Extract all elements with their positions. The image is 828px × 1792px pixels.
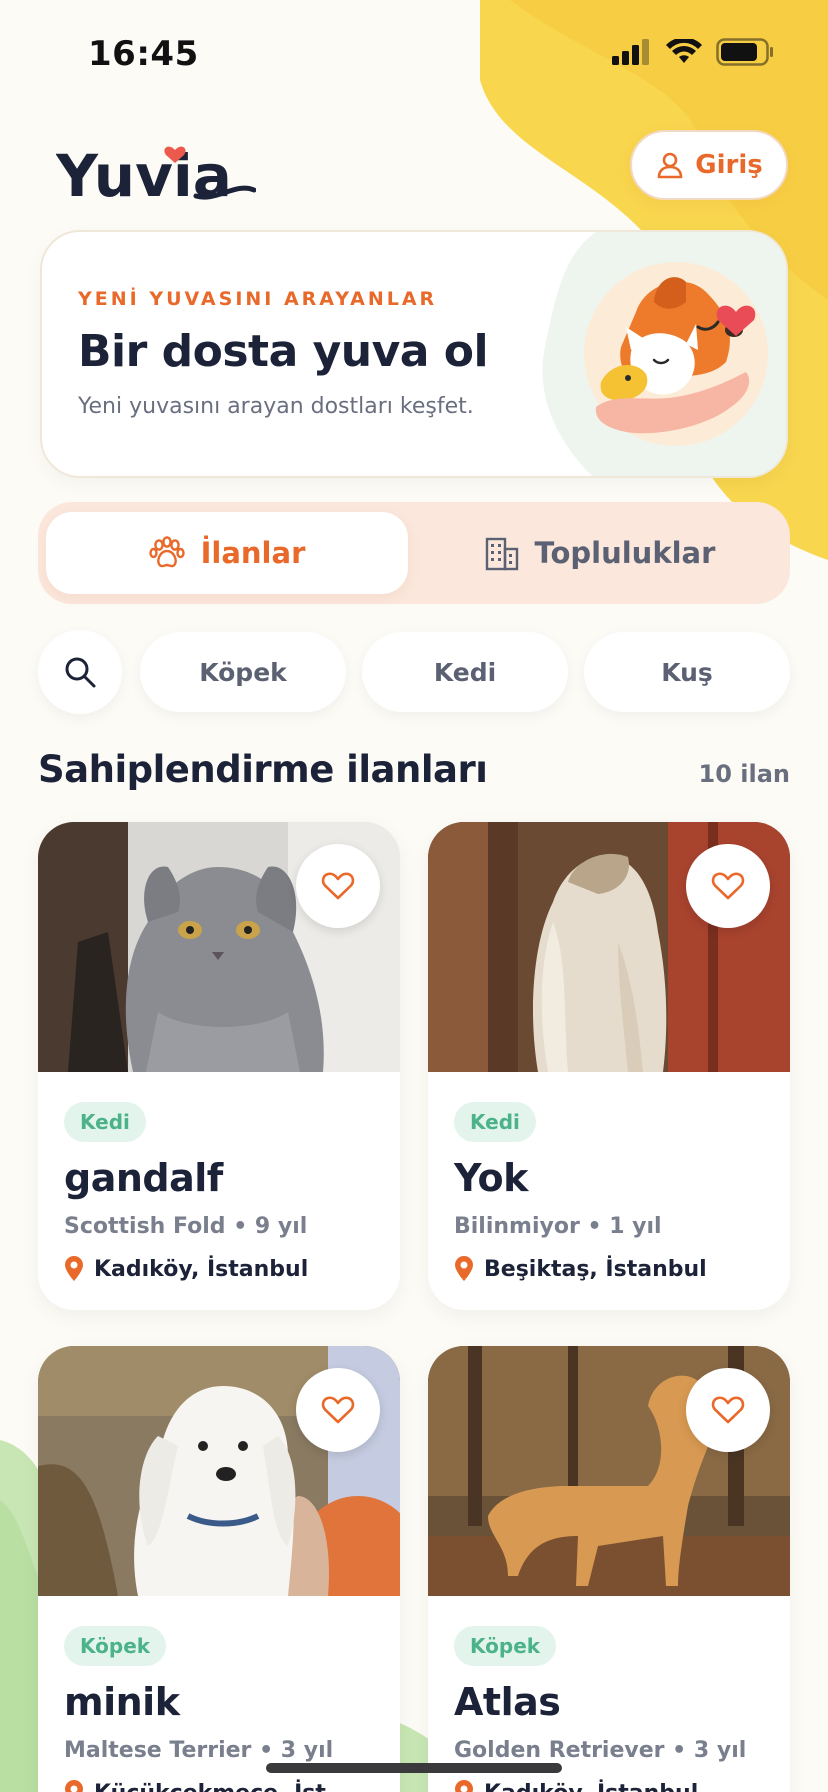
pet-location: Kadıköy, İstanbul bbox=[64, 1256, 308, 1282]
hero-subtitle: Yeni yuvasını arayan dostları keşfet. bbox=[78, 394, 474, 419]
app-header: Yuvia Giriş bbox=[0, 120, 828, 220]
search-icon bbox=[65, 657, 96, 688]
filter-chip-kus[interactable]: Kuş bbox=[584, 632, 790, 712]
tab-ilanlar-label: İlanlar bbox=[200, 536, 306, 570]
section-header: Sahiplendirme ilanları 10 ilan bbox=[38, 748, 790, 800]
adoption-illustration bbox=[542, 232, 786, 476]
login-label: Giriş bbox=[695, 150, 763, 180]
species-tag: Köpek bbox=[454, 1626, 557, 1666]
pet-location: Beşiktaş, İstanbul bbox=[454, 1256, 707, 1282]
section-title: Sahiplendirme ilanları bbox=[38, 748, 488, 791]
heart-icon bbox=[711, 1396, 745, 1424]
wifi-icon bbox=[666, 39, 702, 63]
species-tag: Kedi bbox=[454, 1102, 536, 1142]
cellular-signal-icon bbox=[612, 39, 649, 65]
battery-icon bbox=[716, 38, 773, 66]
home-indicator[interactable] bbox=[266, 1763, 562, 1773]
segmented-tabs: İlanlar Topluluklar bbox=[38, 502, 790, 604]
favorite-button[interactable] bbox=[296, 1368, 380, 1452]
hero-banner[interactable]: YENİ YUVASINI ARAYANLAR Bir dosta yuva o… bbox=[40, 230, 788, 478]
pet-name: minik bbox=[64, 1680, 180, 1724]
pet-location: Kadıköy, İstanbul bbox=[454, 1780, 698, 1792]
building-icon bbox=[485, 537, 518, 571]
location-pin-icon bbox=[455, 1780, 473, 1792]
pet-breed-age: Bilinmiyor • 1 yıl bbox=[454, 1214, 662, 1239]
tab-topluluklar[interactable]: Topluluklar bbox=[418, 512, 782, 594]
listing-card[interactable]: Kedi Yok Bilinmiyor • 1 yıl Beşiktaş, İs… bbox=[428, 822, 790, 1310]
heart-icon bbox=[321, 872, 355, 900]
tab-ilanlar[interactable]: İlanlar bbox=[46, 512, 408, 594]
pet-breed-age: Golden Retriever • 3 yıl bbox=[454, 1738, 747, 1763]
tab-topluluklar-label: Topluluklar bbox=[534, 536, 716, 570]
favorite-button[interactable] bbox=[686, 844, 770, 928]
location-pin-icon bbox=[65, 1780, 83, 1792]
listing-card[interactable]: Köpek Atlas Golden Retriever • 3 yıl Kad… bbox=[428, 1346, 790, 1792]
location-pin-icon bbox=[65, 1256, 83, 1281]
heart-icon bbox=[321, 1396, 355, 1424]
location-pin-icon bbox=[455, 1256, 473, 1281]
pet-location-text: Beşiktaş, İstanbul bbox=[484, 1256, 707, 1282]
status-time: 16:45 bbox=[88, 34, 199, 74]
pet-name: Yok bbox=[454, 1156, 528, 1200]
species-tag: Kedi bbox=[64, 1102, 146, 1142]
pet-name: Atlas bbox=[454, 1680, 561, 1724]
pet-location: Küçükçekmece, İst... bbox=[64, 1780, 351, 1792]
species-tag: Köpek bbox=[64, 1626, 167, 1666]
hero-eyebrow: YENİ YUVASINI ARAYANLAR bbox=[78, 288, 438, 310]
listing-card[interactable]: Kedi gandalf Scottish Fold • 9 yıl Kadık… bbox=[38, 822, 400, 1310]
pet-location-text: Kadıköy, İstanbul bbox=[94, 1256, 309, 1282]
favorite-button[interactable] bbox=[686, 1368, 770, 1452]
filter-chip-kopek[interactable]: Köpek bbox=[140, 632, 346, 712]
pet-name: gandalf bbox=[64, 1156, 223, 1200]
hero-title: Bir dosta yuva ol bbox=[78, 326, 489, 377]
login-button[interactable]: Giriş bbox=[630, 130, 788, 200]
filter-chip-kedi[interactable]: Kedi bbox=[362, 632, 568, 712]
pet-breed-age: Maltese Terrier • 3 yıl bbox=[64, 1738, 334, 1763]
status-bar: 16:45 bbox=[0, 0, 828, 110]
listing-count: 10 ilan bbox=[698, 760, 791, 788]
filter-bar: Köpek Kedi Kuş bbox=[38, 630, 790, 714]
status-icons bbox=[612, 38, 774, 66]
favorite-button[interactable] bbox=[296, 844, 380, 928]
search-button[interactable] bbox=[38, 630, 122, 714]
listing-card[interactable]: Köpek minik Maltese Terrier • 3 yıl Küçü… bbox=[38, 1346, 400, 1792]
pet-breed-age: Scottish Fold • 9 yıl bbox=[64, 1214, 308, 1239]
svg-text:Yuvia: Yuvia bbox=[56, 142, 232, 210]
pet-location-text: Kadıköy, İstanbul bbox=[484, 1781, 698, 1792]
user-icon bbox=[657, 152, 683, 179]
pet-location-text: Küçükçekmece, İst... bbox=[94, 1781, 351, 1792]
heart-icon bbox=[711, 872, 745, 900]
paw-icon bbox=[148, 536, 185, 568]
yuvia-logo: Yuvia bbox=[56, 142, 256, 210]
